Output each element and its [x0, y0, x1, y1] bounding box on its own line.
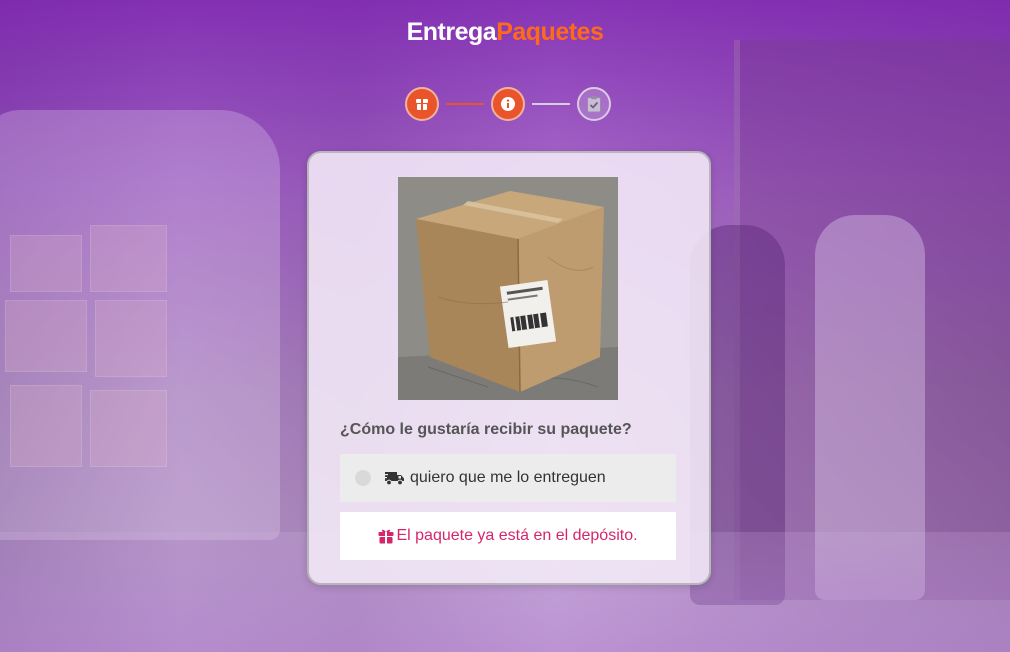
option-home-delivery[interactable]: quiero que me lo entreguen — [340, 454, 676, 502]
gift-icon — [378, 528, 394, 544]
info-icon — [501, 97, 515, 111]
logo-text-primary: Entrega — [406, 18, 497, 46]
step-2-info-icon — [491, 87, 525, 121]
logo-text-accent: Paquetes — [496, 18, 604, 46]
package-photo — [398, 177, 618, 400]
clipboard-check-icon — [587, 95, 601, 113]
box-icon — [416, 99, 428, 110]
background-boxes — [0, 215, 175, 515]
step-3-clipboard-icon — [577, 87, 611, 121]
option-pickup-depot[interactable]: El paquete ya está en el depósito. — [340, 512, 676, 560]
delivery-question: ¿Cómo le gustaría recibir su paquete? — [340, 421, 632, 438]
radio-button[interactable] — [355, 470, 371, 486]
delivery-options-card: ¿Cómo le gustaría recibir su paquete? qu… — [307, 151, 711, 585]
step-connector-1 — [446, 103, 484, 105]
option-home-delivery-label: quiero que me lo entreguen — [410, 469, 606, 486]
progress-stepper — [405, 87, 611, 121]
step-connector-2 — [532, 103, 570, 105]
option-pickup-depot-label: El paquete ya está en el depósito. — [396, 527, 638, 544]
truck-icon — [385, 470, 405, 486]
site-logo: EntregaPaquetes — [0, 18, 1010, 47]
step-1-box-icon — [405, 87, 439, 121]
